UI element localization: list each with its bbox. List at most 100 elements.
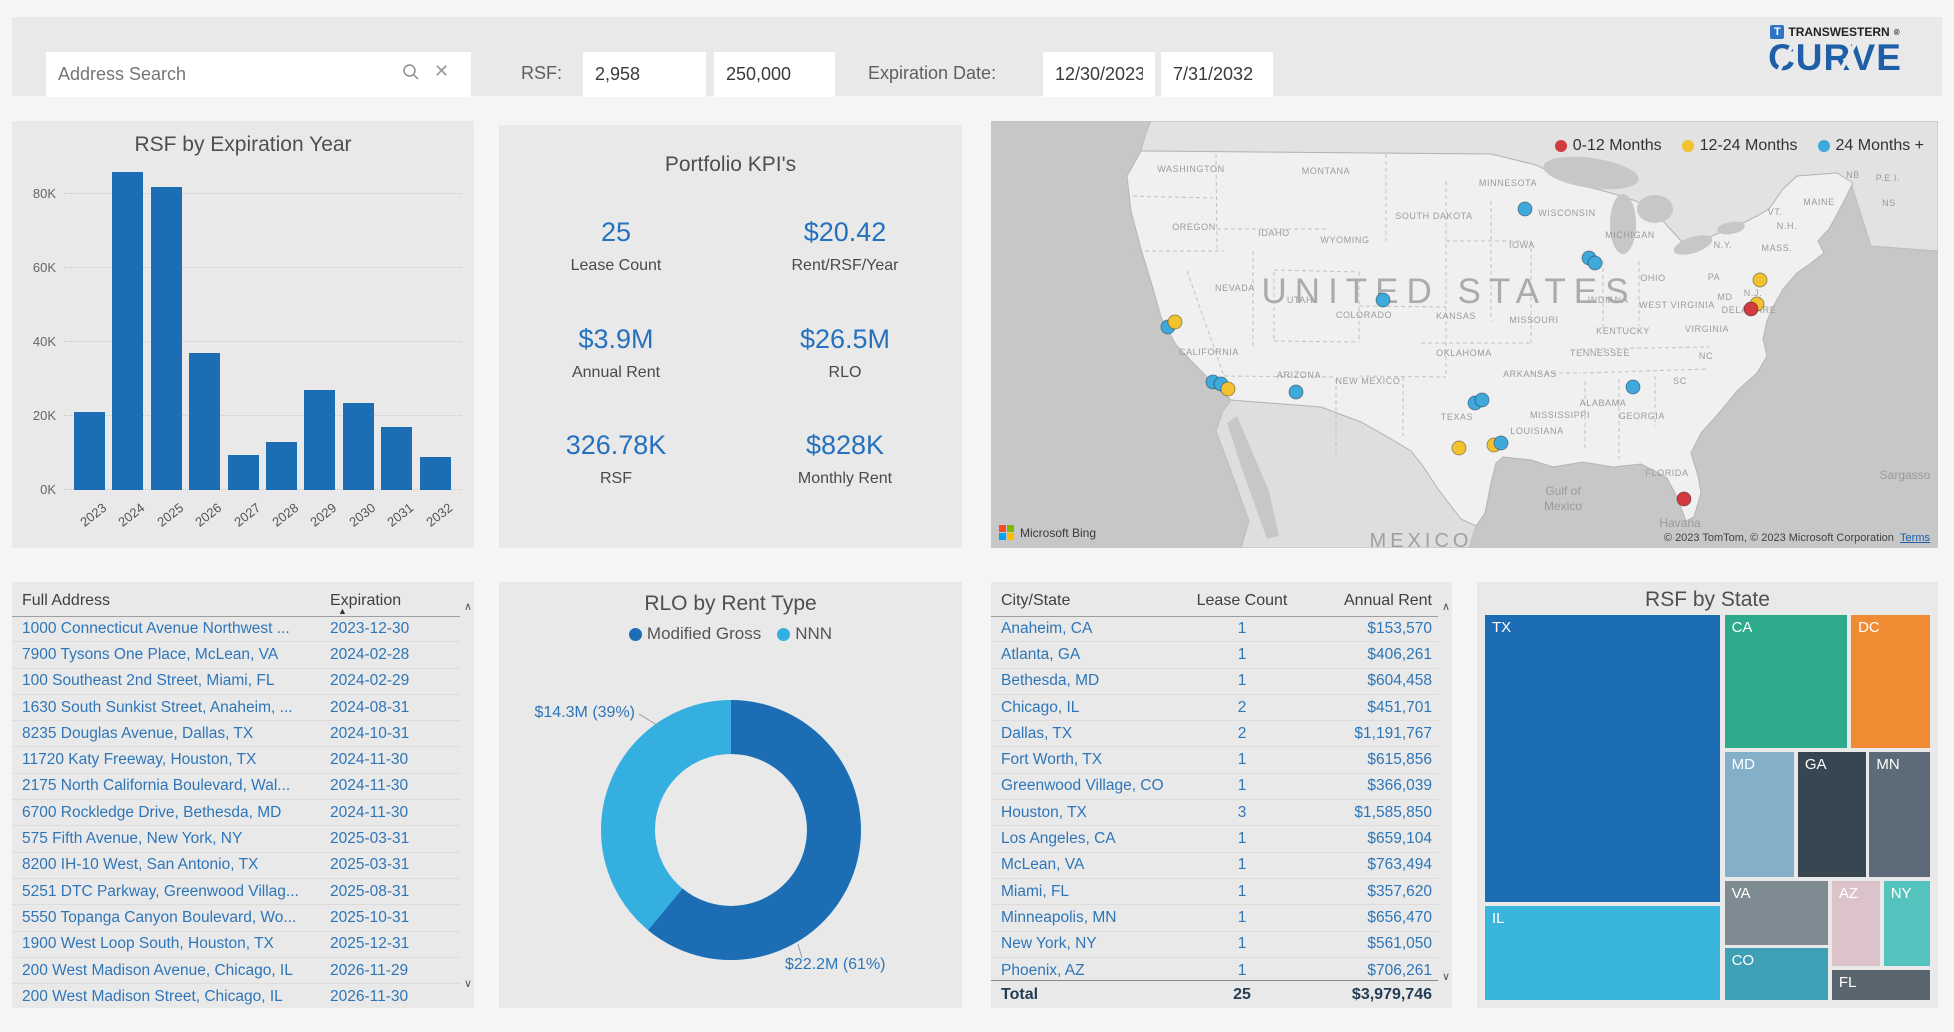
bar-2028[interactable] [266,442,297,490]
col-lease-count[interactable]: Lease Count [1187,592,1297,610]
rsf-max-input[interactable] [714,52,835,97]
col-expiration[interactable]: Expiration [330,592,460,610]
cell-full-address: 8235 Douglas Avenue, Dallas, TX [12,725,330,743]
table-row[interactable]: Minneapolis, MN1$656,470 [991,905,1438,931]
legend-item[interactable]: 24 Months + [1818,137,1925,155]
bar-2023[interactable] [74,412,105,490]
table-row[interactable]: Bethesda, MD1$604,458 [991,669,1438,695]
map-dot[interactable] [1475,393,1489,407]
table-row[interactable]: McLean, VA1$763,494 [991,853,1438,879]
table-row[interactable]: 2175 North California Boulevard, Wal...2… [12,774,460,800]
total-label: Total [991,986,1187,1004]
map-dot[interactable] [1376,293,1390,307]
bar-2031[interactable] [381,427,412,490]
cell-annual-rent: $406,261 [1297,646,1438,664]
legend-item[interactable]: 0-12 Months [1555,137,1662,155]
bar-2026[interactable] [189,353,220,490]
rsf-filter-label: RSF: [521,63,562,84]
table-row[interactable]: Anaheim, CA1$153,570 [991,616,1438,642]
table-row[interactable]: Chicago, IL2$451,701 [991,695,1438,721]
map-dot[interactable] [1518,202,1532,216]
expiration-end-input[interactable] [1161,52,1273,97]
table-row[interactable]: Houston, TX3$1,585,850 [991,800,1438,826]
table-row[interactable]: 5550 Topanga Canyon Boulevard, Wo...2025… [12,905,460,931]
cell-city-state: Bethesda, MD [991,672,1187,690]
us-map[interactable]: WASHINGTONMONTANASOUTH DAKOTAMINNESOTAWI… [991,121,1938,548]
search-icon[interactable] [402,63,420,81]
terms-link[interactable]: Terms [1900,532,1930,544]
bar-2025[interactable] [151,187,182,490]
map-dot[interactable] [1753,273,1767,287]
col-full-address[interactable]: Full Address [12,592,330,610]
map-label: KENTUCKY [1596,326,1650,336]
cell-city-state: Houston, TX [991,804,1187,822]
treemap-tile-va[interactable]: VA [1724,880,1829,945]
map-dot[interactable] [1221,382,1235,396]
rsf-by-state-treemap: RSF by State TXILCADCMDGAMNVAAZNYCOFL [1477,582,1938,1008]
map-dot[interactable] [1588,256,1602,270]
col-city-state[interactable]: City/State [991,592,1187,610]
treemap-tile-mn[interactable]: MN [1868,751,1931,878]
table-row[interactable]: 1630 South Sunkist Street, Anaheim, ...2… [12,695,460,721]
table-row[interactable]: Miami, FL1$357,620 [991,879,1438,905]
cell-expiration: 2024-11-30 [330,751,460,769]
map-label: MAINE [1803,197,1835,207]
expiration-start-input[interactable] [1043,52,1155,97]
treemap-tile-tx[interactable]: TX [1484,614,1721,903]
bar-2030[interactable] [343,403,374,490]
treemap-tile-dc[interactable]: DC [1850,614,1931,749]
registered-mark: ® [1894,28,1900,37]
legend-item[interactable]: 12-24 Months [1682,137,1798,155]
treemap-tile-il[interactable]: IL [1484,905,1721,1001]
treemap-tile-md[interactable]: MD [1724,751,1796,878]
table-row[interactable]: 100 Southeast 2nd Street, Miami, FL2024-… [12,669,460,695]
table-row[interactable]: New York, NY1$561,050 [991,932,1438,958]
table-row[interactable]: Atlanta, GA1$406,261 [991,642,1438,668]
map-dot[interactable] [1626,380,1640,394]
table-row[interactable]: 7900 Tysons One Place, McLean, VA2024-02… [12,642,460,668]
kpi-card-title: Portfolio KPI's [499,153,962,177]
bar-2024[interactable] [112,172,143,490]
map-dot[interactable] [1677,492,1691,506]
map-dot[interactable] [1744,302,1758,316]
table-row[interactable]: Fort Worth, TX1$615,856 [991,747,1438,773]
table-row[interactable]: 575 Fifth Avenue, New York, NY2025-03-31 [12,826,460,852]
table-row[interactable]: 5251 DTC Parkway, Greenwood Villag...202… [12,879,460,905]
scroll-up-icon[interactable]: ∧ [464,600,472,613]
kpi-value: $3.9M [506,324,726,355]
table-row[interactable]: 200 West Madison Street, Chicago, IL2026… [12,984,460,1008]
table-row[interactable]: 200 West Madison Avenue, Chicago, IL2026… [12,958,460,984]
map-dot[interactable] [1289,385,1303,399]
col-annual-rent[interactable]: Annual Rent [1297,592,1438,610]
treemap-tile-az[interactable]: AZ [1831,880,1881,967]
table-row[interactable]: Greenwood Village, CO1$366,039 [991,774,1438,800]
treemap-tile-ca[interactable]: CA [1724,614,1849,749]
treemap-tile-ny[interactable]: NY [1883,880,1931,967]
table-row[interactable]: Dallas, TX2$1,191,767 [991,721,1438,747]
treemap-tile-co[interactable]: CO [1724,947,1829,1001]
table-row[interactable]: 8235 Douglas Avenue, Dallas, TX2024-10-3… [12,721,460,747]
table-row[interactable]: 8200 IH-10 West, San Antonio, TX2025-03-… [12,853,460,879]
bar-2032[interactable] [420,457,451,490]
table-row[interactable]: 11720 Katy Freeway, Houston, TX2024-11-3… [12,747,460,773]
map-dot[interactable] [1452,441,1466,455]
bar-2027[interactable] [228,455,259,490]
map-label: GEORGIA [1619,411,1665,421]
table-row[interactable]: 6700 Rockledge Drive, Bethesda, MD2024-1… [12,800,460,826]
map-dot[interactable] [1168,315,1182,329]
table-row[interactable]: 1900 West Loop South, Houston, TX2025-12… [12,932,460,958]
scroll-down-icon[interactable]: ∨ [464,977,472,990]
treemap-tile-ga[interactable]: GA [1797,751,1867,878]
scroll-up-icon[interactable]: ∧ [1442,600,1450,613]
table-row[interactable]: Los Angeles, CA1$659,104 [991,826,1438,852]
cell-city-state: McLean, VA [991,856,1187,874]
map-label: WASHINGTON [1157,164,1225,174]
rsf-min-input[interactable] [583,52,706,97]
treemap-tile-fl[interactable]: FL [1831,969,1931,1001]
map-label: N.Y. [1714,240,1733,250]
map-dot[interactable] [1494,436,1508,450]
scroll-down-icon[interactable]: ∨ [1442,970,1450,983]
clear-search-icon[interactable]: ✕ [434,61,449,82]
table-row[interactable]: 1000 Connecticut Avenue Northwest ...202… [12,616,460,642]
bar-2029[interactable] [304,390,335,490]
